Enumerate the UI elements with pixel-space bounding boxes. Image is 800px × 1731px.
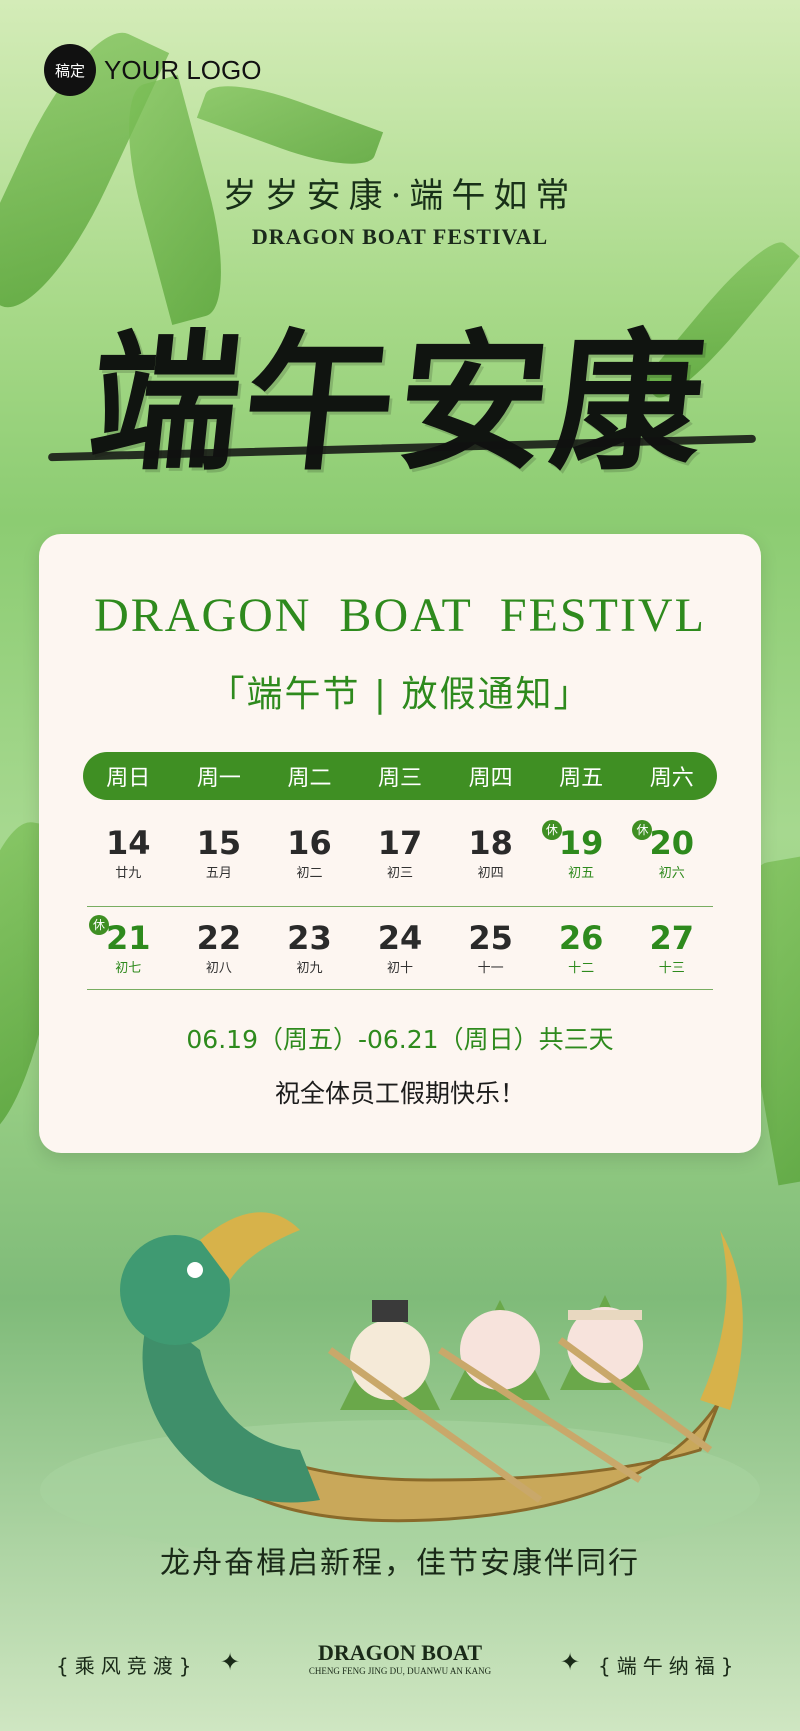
calendar-day: 24 初十 <box>355 909 446 995</box>
logo: 稿定 YOUR LOGO <box>44 44 261 96</box>
big-title: 端午安康 <box>81 315 716 491</box>
lunar-date: 初四 <box>477 866 504 881</box>
weekday-label: 周一 <box>196 766 241 791</box>
calendar-day: 23 初九 <box>264 909 355 995</box>
day-number: 17 <box>377 824 423 862</box>
day-number: 18 <box>468 824 513 862</box>
sparkle-icon: ✦ <box>220 1648 241 1676</box>
calendar-day-weekend: 26 十二 <box>536 909 627 995</box>
lunar-date: 初二 <box>296 866 323 881</box>
dragon-eye-icon <box>187 1262 203 1278</box>
holiday-range: 06.19（周五）-06.21（周日）共三天 <box>186 1025 614 1054</box>
weekday-label: 周六 <box>649 766 694 791</box>
lunar-date: 初五 <box>568 866 595 881</box>
card-title-cn: 「端午节 | 放假通知」 <box>208 674 592 715</box>
day-number: 16 <box>287 824 332 862</box>
lunar-date: 初三 <box>387 866 414 881</box>
day-number: 24 <box>377 919 423 957</box>
footer-right: {端午纳福} <box>598 1654 740 1678</box>
calendar-row: 休 21 初七 22 初八 23 初九 24 初十 25 十一 26 十二 27 十三 <box>83 909 717 995</box>
lunar-date: 初六 <box>658 866 685 881</box>
day-number: 22 <box>196 919 242 957</box>
calendar-day: 16 初二 <box>264 814 355 900</box>
weekday-label: 周二 <box>287 766 332 791</box>
day-number: 27 <box>649 919 695 957</box>
day-number: 25 <box>468 919 513 957</box>
subtitle-en: DRAGON BOAT FESTIVAL <box>251 224 549 249</box>
lunar-date: 初七 <box>115 961 142 976</box>
lunar-date: 十一 <box>477 961 504 976</box>
boat-tail-icon <box>700 1230 743 1410</box>
weekday-label: 周日 <box>106 766 151 791</box>
lunar-date: 十三 <box>658 961 685 976</box>
divider <box>87 989 713 990</box>
calendar-day-holiday: 休 20 初六 <box>626 814 717 900</box>
calendar-day: 14 廿九 <box>83 814 174 900</box>
sparkle-icon: ✦ <box>560 1648 581 1676</box>
card-title-en: DRAGON BOAT FESTIVL <box>94 589 706 642</box>
lunar-date: 五月 <box>205 866 232 881</box>
day-number: 14 <box>106 824 151 862</box>
calendar-day: 25 十一 <box>445 909 536 995</box>
tagline: 龙舟奋楫启新程，佳节安康伴同行 <box>160 1546 640 1581</box>
poster: 稿定 YOUR LOGO 岁岁安康·端午如常 DRAGON BOAT FESTI… <box>0 0 800 1731</box>
lunar-date: 十二 <box>568 961 595 976</box>
lunar-date: 初九 <box>296 961 323 976</box>
holiday-badge: 休 <box>541 820 562 840</box>
calendar-day: 18 初四 <box>445 814 536 900</box>
calendar-day: 22 初八 <box>174 909 265 995</box>
divider <box>87 906 713 907</box>
day-number: 23 <box>287 919 332 957</box>
calendar-day-weekend: 27 十三 <box>626 909 717 995</box>
holiday-badge: 休 <box>89 915 109 935</box>
lunar-date: 廿九 <box>115 866 142 881</box>
lunar-date: 初八 <box>205 961 232 976</box>
holiday-card: DRAGON BOAT FESTIVL 「端午节 | 放假通知」 周日 周一 周… <box>39 534 761 1153</box>
weekday-label: 周三 <box>378 766 423 791</box>
weekday-label: 周四 <box>468 766 513 791</box>
day-number: 26 <box>558 919 604 957</box>
footer-subtitle: CHENG FENG JING DU, DUANWU AN KANG <box>308 1666 492 1676</box>
calendar-day: 17 初三 <box>355 814 446 900</box>
logo-badge: 稿定 <box>44 44 96 96</box>
footer-center: DRAGON BOAT CHENG FENG JING DU, DUANWU A… <box>280 1640 520 1676</box>
calendar-row: 14 廿九 15 五月 16 初二 17 初三 18 初四 休 19 初五 休 20 初六 <box>83 814 717 900</box>
footer-title: DRAGON BOAT <box>318 1640 482 1665</box>
calendar-day: 15 五月 <box>174 814 265 900</box>
weekday-bar: 周日 周一 周二 周三 周四 周五 周六 <box>83 752 717 800</box>
calendar-day-holiday: 休 21 初七 <box>83 909 174 995</box>
lunar-date: 初十 <box>387 961 414 976</box>
holiday-wish: 祝全体员工假期快乐！ <box>274 1079 525 1108</box>
footer-left: {乘风竞渡} <box>56 1654 198 1678</box>
day-number: 15 <box>196 824 242 862</box>
weekday-label: 周五 <box>559 766 604 791</box>
slogan: 岁岁安康·端午如常 <box>222 176 578 216</box>
calendar-day-holiday: 休 19 初五 <box>536 814 627 900</box>
logo-text: YOUR LOGO <box>104 54 262 85</box>
